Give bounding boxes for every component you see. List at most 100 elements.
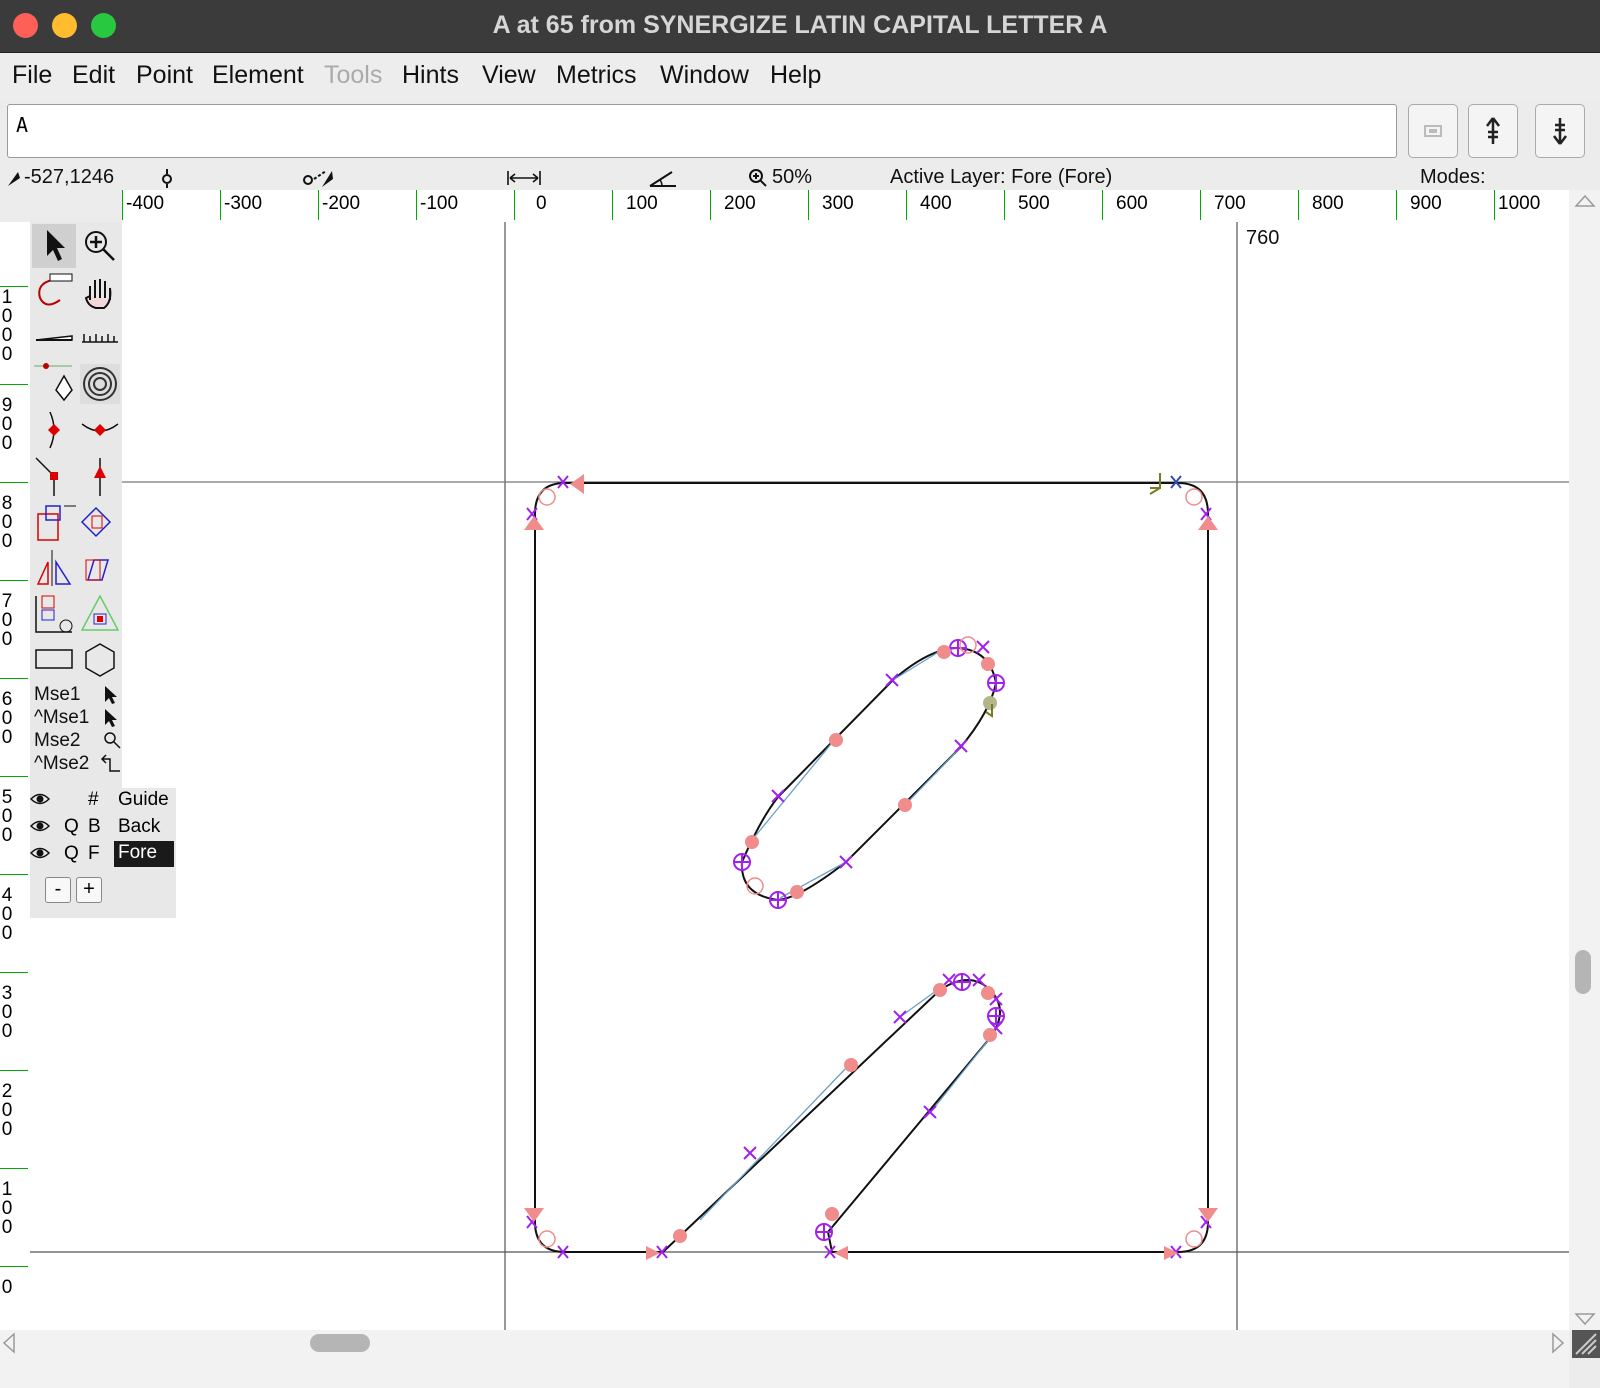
ruler-tick (514, 190, 515, 220)
outer-contour[interactable] (534, 482, 1209, 1253)
scale-tool[interactable] (32, 500, 76, 544)
on-curve-points[interactable] (526, 475, 1212, 1259)
modes-label: Modes: (1420, 166, 1486, 188)
ruler-tick (0, 384, 28, 385)
arrow-up-icon (1486, 117, 1500, 144)
ruler-label: -200 (322, 193, 361, 214)
ruler-tool[interactable] (78, 316, 122, 360)
tangent-point-tool[interactable] (78, 454, 122, 498)
layer-code: B (88, 816, 101, 837)
ruler-label: 1000 (1, 287, 13, 365)
scroll-up-icon[interactable] (1574, 194, 1596, 208)
menu-window[interactable]: Window (660, 61, 749, 90)
menu-hints[interactable]: Hints (402, 61, 459, 90)
point-icon (162, 169, 172, 188)
pen-tool[interactable] (32, 362, 76, 406)
magnify-tool[interactable] (78, 224, 122, 268)
layer-row-guide[interactable]: # Guide (30, 788, 176, 814)
add-layer-button[interactable]: + (76, 877, 102, 903)
3d-rotate-icon (35, 595, 73, 633)
menu-tools: Tools (324, 61, 383, 89)
rotate-tool[interactable] (78, 500, 122, 544)
horizontal-scroll-thumb[interactable] (310, 1334, 370, 1352)
menu-view[interactable]: View (482, 61, 536, 90)
zoom-icon (749, 169, 767, 187)
pointer-tool[interactable] (32, 224, 76, 268)
tangent-point-icon (94, 458, 106, 496)
horizontal-scrollbar[interactable] (0, 1330, 1600, 1388)
ruler-tick (1298, 190, 1299, 220)
flip-tool[interactable] (32, 546, 76, 590)
menu-point[interactable]: Point (136, 61, 193, 90)
layer-code: # (88, 789, 99, 810)
menu-metrics[interactable]: Metrics (556, 61, 637, 90)
vertical-scroll-thumb[interactable] (1575, 950, 1591, 994)
ruler-tick (0, 678, 28, 679)
layer-quadratic[interactable]: Q (64, 816, 79, 838)
layer-row-back[interactable]: Q B Back (30, 815, 176, 841)
glyph-canvas[interactable]: 760 (30, 222, 1569, 1358)
corner-point-tool[interactable] (32, 454, 76, 498)
perspective-tool[interactable] (78, 592, 122, 636)
pen-nib-icon (34, 363, 73, 402)
curve-point-icon (48, 411, 60, 449)
scroll-tool[interactable] (78, 270, 122, 314)
ruler-label: 500 (1, 787, 13, 846)
perspective-icon (80, 594, 120, 631)
character-input[interactable]: A (7, 104, 1397, 158)
menu-edit[interactable]: Edit (72, 61, 115, 90)
ruler-label: 300 (822, 193, 854, 214)
skew-icon (85, 559, 110, 581)
hv-curve-point-tool[interactable] (78, 408, 122, 452)
remove-layer-button[interactable]: - (45, 877, 71, 903)
off-curve-points[interactable] (673, 645, 997, 1243)
curve-point-tool[interactable] (32, 408, 76, 452)
tangent-markers (524, 474, 1218, 1260)
scroll-down-icon[interactable] (1574, 1312, 1596, 1326)
inner-contour[interactable] (740, 646, 998, 902)
menu-file[interactable]: File (12, 61, 52, 90)
corner-control-points[interactable] (538, 488, 1203, 1248)
resize-corner-icon[interactable] (1572, 1330, 1600, 1358)
mouse2-label: Mse2 (34, 730, 81, 751)
menu-help[interactable]: Help (770, 61, 821, 90)
rotate-icon (80, 506, 112, 538)
mouse1-label: Mse1 (34, 684, 81, 705)
curve-points[interactable] (733, 639, 1005, 1241)
ruler-tick (710, 190, 711, 220)
eye-icon[interactable] (30, 846, 50, 860)
ruler-tick (906, 190, 907, 220)
vertical-scrollbar[interactable] (1569, 190, 1600, 1330)
ruler-tick (1004, 190, 1005, 220)
glyph-outline-view: 760 (30, 222, 1569, 1358)
menu-bar: File Edit Point Element Tools Hints View… (0, 53, 1600, 99)
previous-glyph-button[interactable] (1468, 104, 1518, 158)
layer-name-selected[interactable]: Fore (114, 841, 174, 867)
rectangle-tool[interactable] (32, 638, 76, 682)
freehand-icon (38, 273, 73, 306)
ruler-tick (1494, 190, 1495, 220)
ruler-label: 700 (1214, 193, 1246, 214)
skew-tool[interactable] (78, 546, 122, 590)
layer-name[interactable]: Guide (118, 789, 169, 811)
3d-rotate-tool[interactable] (32, 592, 76, 636)
layer-quadratic[interactable]: Q (64, 843, 79, 865)
hexagon-icon (85, 643, 115, 677)
ruler-label: -100 (420, 193, 459, 214)
eye-icon[interactable] (30, 819, 50, 833)
layer-row-fore[interactable]: Q F Fore (30, 841, 176, 868)
spiro-tool[interactable] (78, 362, 122, 406)
ruler-label: 400 (920, 193, 952, 214)
freehand-tool[interactable] (32, 270, 76, 314)
next-glyph-button[interactable] (1535, 104, 1585, 158)
eye-icon[interactable] (30, 792, 50, 806)
menu-element[interactable]: Element (212, 61, 304, 90)
scroll-right-icon[interactable] (1551, 1332, 1565, 1354)
arrow-pointer-icon (105, 686, 117, 704)
ruler-label: 200 (1, 1081, 13, 1140)
polygon-tool[interactable] (78, 638, 122, 682)
layer-name[interactable]: Back (118, 816, 160, 838)
scroll-left-icon[interactable] (2, 1332, 16, 1354)
knife-tool[interactable] (32, 316, 76, 360)
point-to-pointer-icon (303, 170, 333, 187)
